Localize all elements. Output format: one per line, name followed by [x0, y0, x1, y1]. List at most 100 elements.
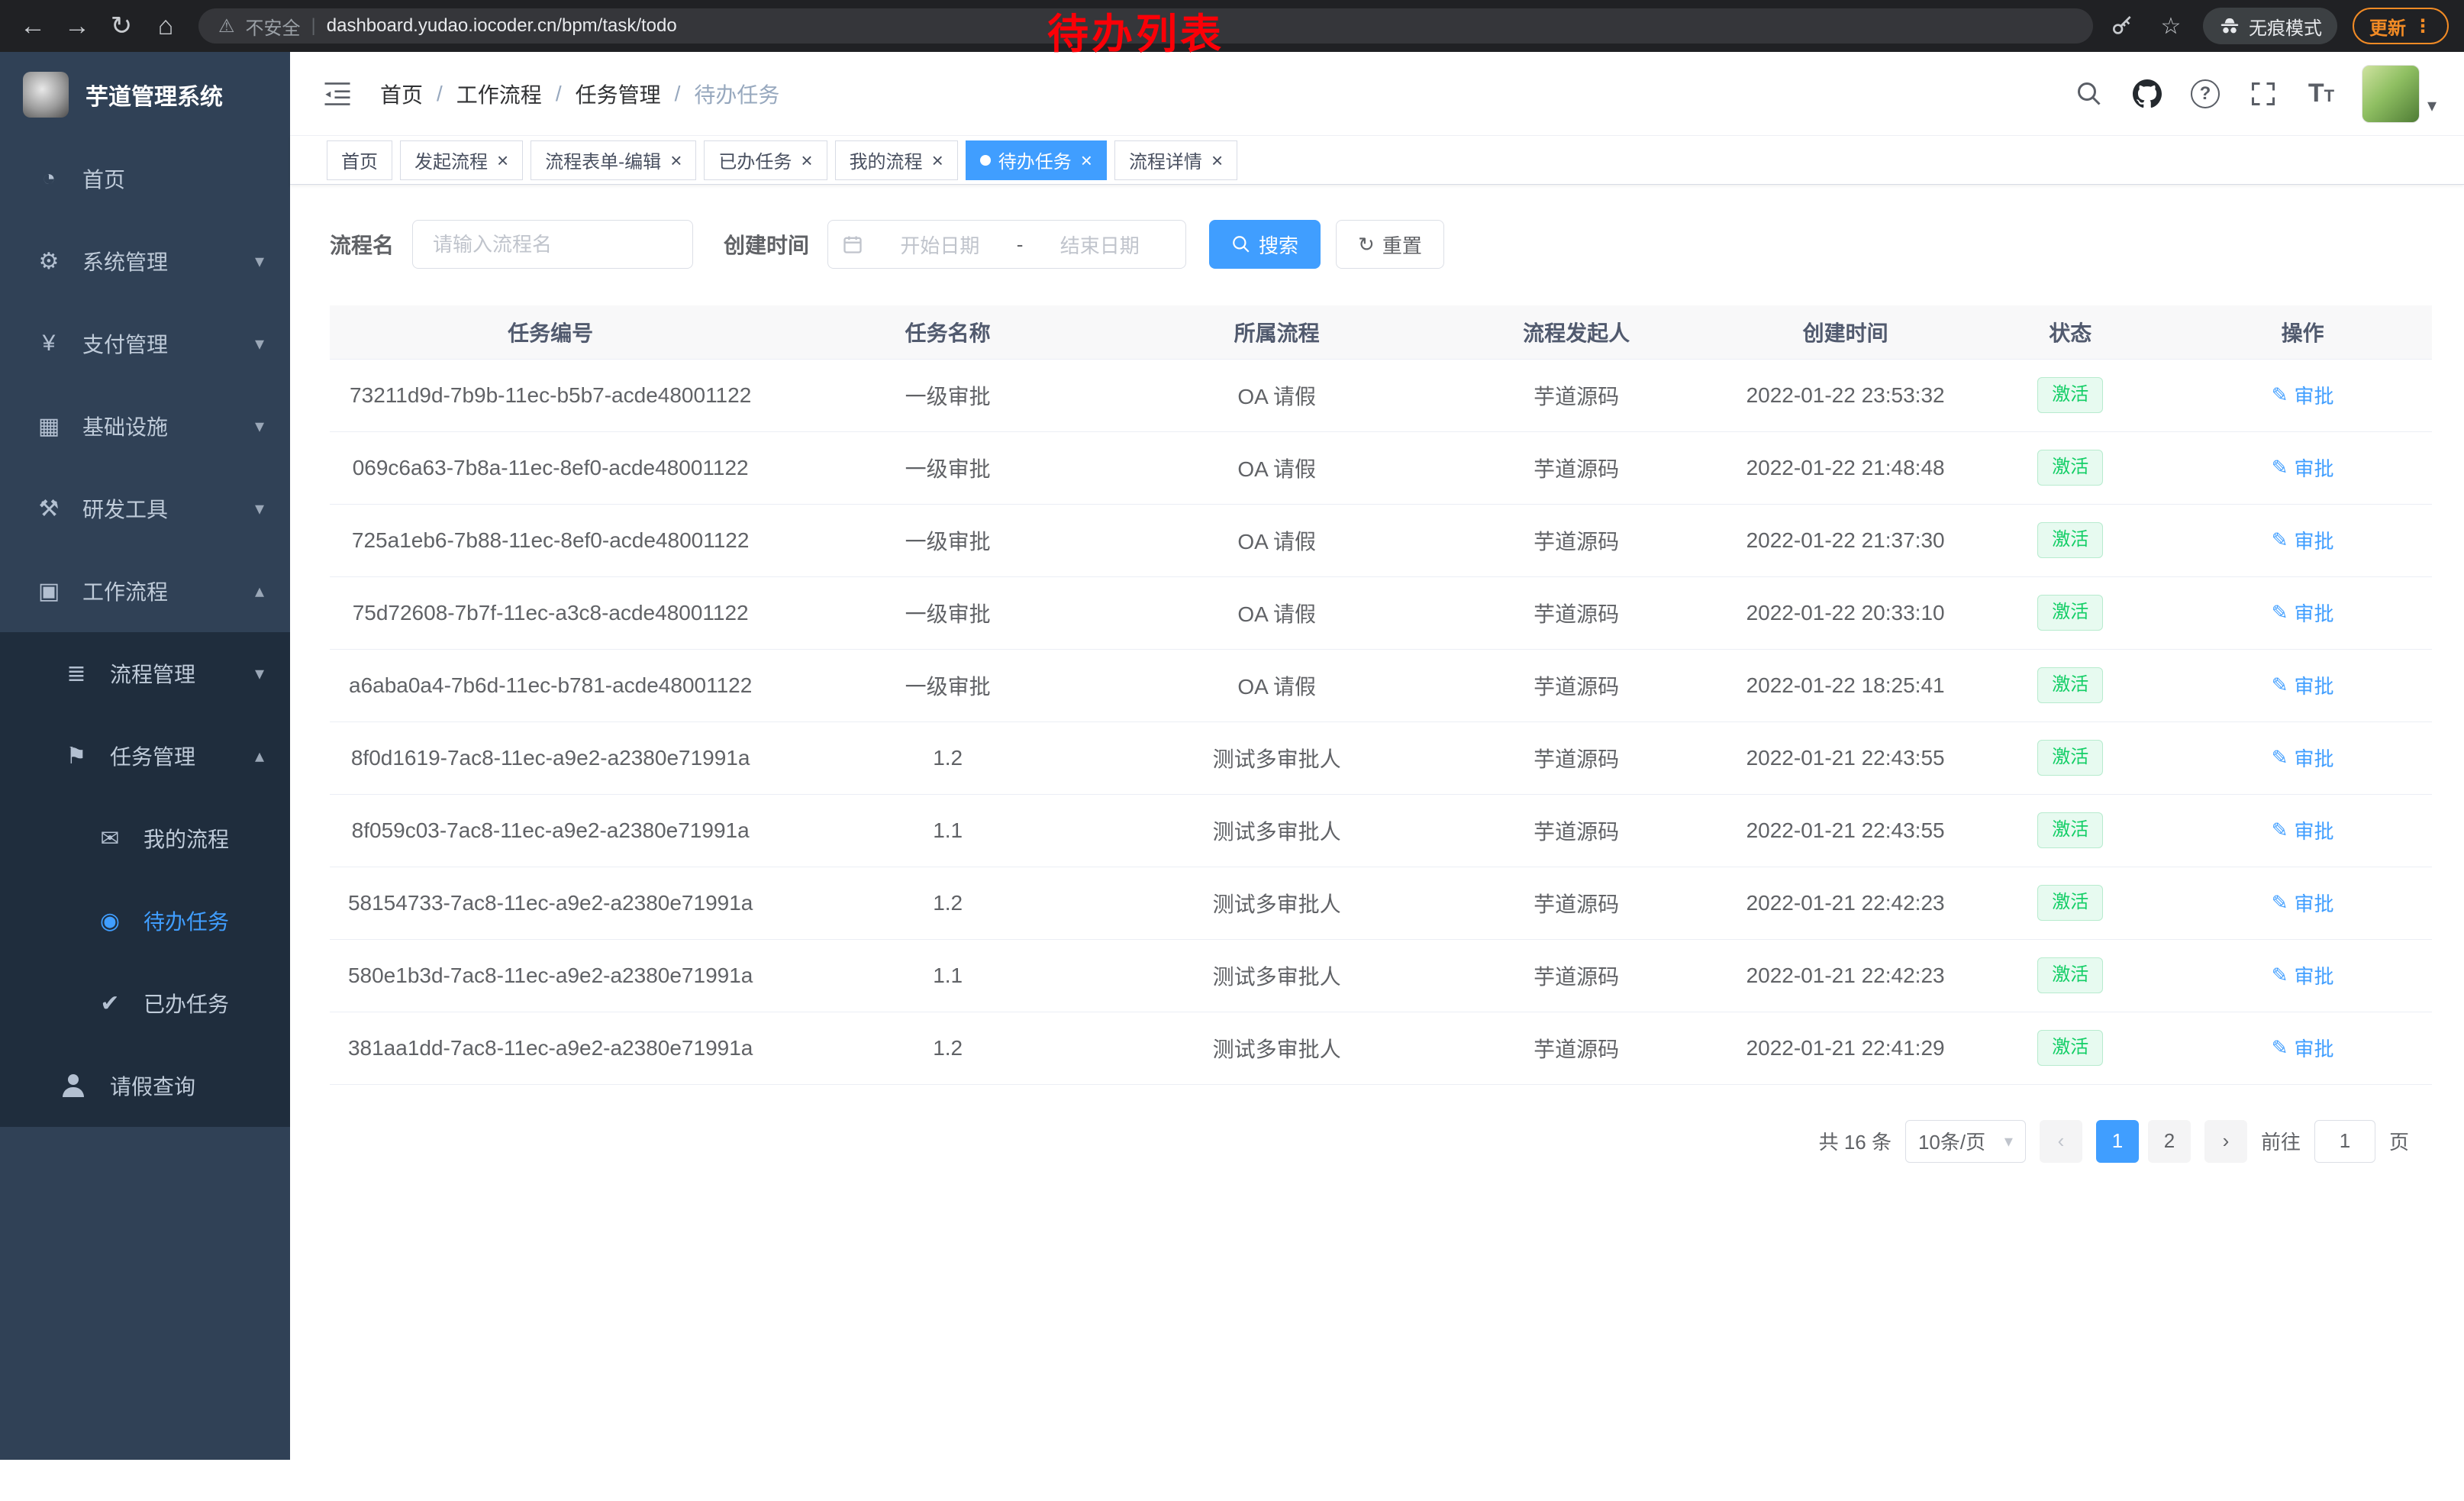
sidebar-item-payment[interactable]: ¥ 支付管理 ▾ — [0, 302, 290, 385]
start-date-placeholder[interactable]: 开始日期 — [868, 231, 1012, 259]
approve-link[interactable]: ✎ 审批 — [2272, 454, 2334, 482]
browser-home-button[interactable]: ⌂ — [145, 5, 186, 47]
cell-action: ✎ 审批 — [2173, 939, 2432, 1012]
tab[interactable]: 首页 × — [327, 140, 392, 180]
approve-link-label: 审批 — [2295, 889, 2334, 917]
tab-label: 发起流程 — [414, 147, 488, 173]
browser-forward-button[interactable]: → — [56, 5, 98, 47]
page-number-button[interactable]: 1 — [2096, 1120, 2139, 1163]
browser-reload-button[interactable]: ↻ — [101, 5, 142, 47]
sidebar-item-process-mgmt[interactable]: ≣ 流程管理 ▾ — [0, 632, 290, 715]
github-icon[interactable] — [2130, 76, 2165, 111]
sidebar-item-infra[interactable]: ▦ 基础设施 ▾ — [0, 385, 290, 467]
approve-link[interactable]: ✎ 审批 — [2272, 816, 2334, 844]
approve-link[interactable]: ✎ 审批 — [2272, 599, 2334, 627]
search-button[interactable]: 搜索 — [1209, 220, 1321, 269]
cell-initiator: 芋道源码 — [1429, 867, 1724, 939]
goto-page-input[interactable] — [2314, 1120, 2375, 1163]
breadcrumb-home[interactable]: 首页 — [380, 79, 423, 109]
fullscreen-icon[interactable] — [2246, 76, 2281, 111]
tab-close-icon[interactable]: × — [1081, 150, 1092, 170]
breadcrumb-task-mgmt[interactable]: 任务管理 — [576, 79, 661, 109]
approve-link[interactable]: ✎ 审批 — [2272, 381, 2334, 409]
cell-initiator: 芋道源码 — [1429, 431, 1724, 504]
sidebar-item-devtools[interactable]: ⚒ 研发工具 ▾ — [0, 467, 290, 550]
sidebar-item-system[interactable]: ⚙ 系统管理 ▾ — [0, 220, 290, 302]
edit-icon: ✎ — [2272, 964, 2288, 987]
password-key-icon[interactable] — [2105, 9, 2139, 43]
hamburger-icon[interactable] — [321, 77, 354, 111]
tab[interactable]: 待办任务 × — [966, 140, 1107, 180]
status-badge: 激活 — [2037, 740, 2103, 776]
column-header: 所属流程 — [1124, 305, 1429, 359]
end-date-placeholder[interactable]: 结束日期 — [1027, 231, 1172, 259]
bookmark-star-icon[interactable]: ☆ — [2154, 9, 2188, 43]
table-row: 58154733-7ac8-11ec-a9e2-a2380e71991a 1.2… — [330, 867, 2432, 939]
tab[interactable]: 发起流程 × — [400, 140, 523, 180]
approve-link[interactable]: ✎ 审批 — [2272, 744, 2334, 772]
breadcrumb-workflow[interactable]: 工作流程 — [456, 79, 542, 109]
process-name-input[interactable] — [416, 221, 689, 268]
cell-status: 激活 — [1967, 649, 2173, 721]
sidebar-item-task-mgmt[interactable]: ⚑ 任务管理 ▴ — [0, 715, 290, 797]
sidebar-item-todo-task[interactable]: ◉ 待办任务 — [0, 880, 290, 962]
tab[interactable]: 已办任务 × — [704, 140, 827, 180]
caret-down-icon: ▾ — [2004, 1131, 2013, 1151]
help-icon[interactable]: ? — [2188, 76, 2223, 111]
approve-link[interactable]: ✎ 审批 — [2272, 1034, 2334, 1062]
approve-link[interactable]: ✎ 审批 — [2272, 671, 2334, 699]
cell-task-id: 73211d9d-7b9b-11ec-b5b7-acde48001122 — [330, 359, 771, 431]
approve-link-label: 审批 — [2295, 671, 2334, 699]
cell-task-name: 1.2 — [771, 1012, 1124, 1084]
tab[interactable]: 我的流程 × — [835, 140, 958, 180]
eye-icon: ◉ — [95, 908, 125, 934]
dashboard-icon: ◔ — [34, 166, 64, 192]
app-window: 芋道管理系统 ◔ 首页 ⚙ 系统管理 ▾ ¥ 支付管理 ▾ ▦ 基础设施 ▾ — [0, 52, 2464, 1501]
tab[interactable]: 流程详情 × — [1114, 140, 1237, 180]
sidebar-item-home[interactable]: ◔ 首页 — [0, 137, 290, 220]
status-badge: 激活 — [2037, 812, 2103, 848]
cell-create-time: 2022-01-22 20:33:10 — [1724, 576, 1967, 649]
sidebar-item-my-process[interactable]: ✉ 我的流程 — [0, 797, 290, 880]
active-tab-dot — [980, 155, 991, 166]
cell-initiator: 芋道源码 — [1429, 359, 1724, 431]
page-size-select[interactable]: 10条/页 ▾ — [1905, 1120, 2026, 1163]
navbar-actions: ? TT ▾ — [2072, 65, 2437, 123]
next-page-button[interactable]: › — [2204, 1120, 2247, 1163]
page-number-button[interactable]: 2 — [2148, 1120, 2191, 1163]
sidebar-label: 请假查询 — [110, 1070, 195, 1101]
browser-update-button[interactable]: 更新 ⋮ — [2353, 8, 2449, 44]
tab-close-icon[interactable]: × — [1211, 150, 1223, 170]
sidebar-item-workflow[interactable]: ▣ 工作流程 ▴ — [0, 550, 290, 632]
approve-link[interactable]: ✎ 审批 — [2272, 961, 2334, 989]
incognito-icon — [2218, 15, 2241, 37]
browser-menu-icon[interactable]: ⋮ — [2414, 15, 2432, 37]
font-size-icon[interactable]: TT — [2304, 76, 2339, 111]
app-logo[interactable]: 芋道管理系统 — [0, 52, 290, 137]
user-menu[interactable]: ▾ — [2362, 65, 2437, 123]
tab-close-icon[interactable]: × — [670, 150, 682, 170]
approve-link[interactable]: ✎ 审批 — [2272, 526, 2334, 554]
page-unit-label: 页 — [2389, 1127, 2409, 1155]
table-header: 任务编号任务名称所属流程流程发起人创建时间状态操作 — [330, 305, 2432, 359]
cell-create-time: 2022-01-22 23:53:32 — [1724, 359, 1967, 431]
search-icon[interactable] — [2072, 76, 2107, 111]
sidebar-label: 工作流程 — [82, 576, 168, 606]
table-row: 8f059c03-7ac8-11ec-a9e2-a2380e71991a 1.1… — [330, 794, 2432, 867]
tab-close-icon[interactable]: × — [932, 150, 943, 170]
tab[interactable]: 流程表单-编辑 × — [531, 140, 696, 180]
approve-link-label: 审批 — [2295, 744, 2334, 772]
sidebar-item-done-task[interactable]: ✔ 已办任务 — [0, 962, 290, 1044]
gear-icon: ⚙ — [34, 248, 64, 275]
prev-page-button[interactable]: ‹ — [2040, 1120, 2082, 1163]
tab-close-icon[interactable]: × — [497, 150, 508, 170]
approve-link[interactable]: ✎ 审批 — [2272, 889, 2334, 917]
sidebar-label: 任务管理 — [110, 741, 195, 771]
sidebar-item-leave-query[interactable]: 请假查询 — [0, 1044, 290, 1127]
reset-button[interactable]: ↻ 重置 — [1336, 220, 1444, 269]
browser-back-button[interactable]: ← — [12, 5, 53, 47]
chevron-down-icon: ▾ — [255, 250, 264, 273]
tab-close-icon[interactable]: × — [801, 150, 812, 170]
date-range-picker[interactable]: 开始日期 - 结束日期 — [827, 220, 1186, 269]
avatar[interactable] — [2362, 65, 2420, 123]
